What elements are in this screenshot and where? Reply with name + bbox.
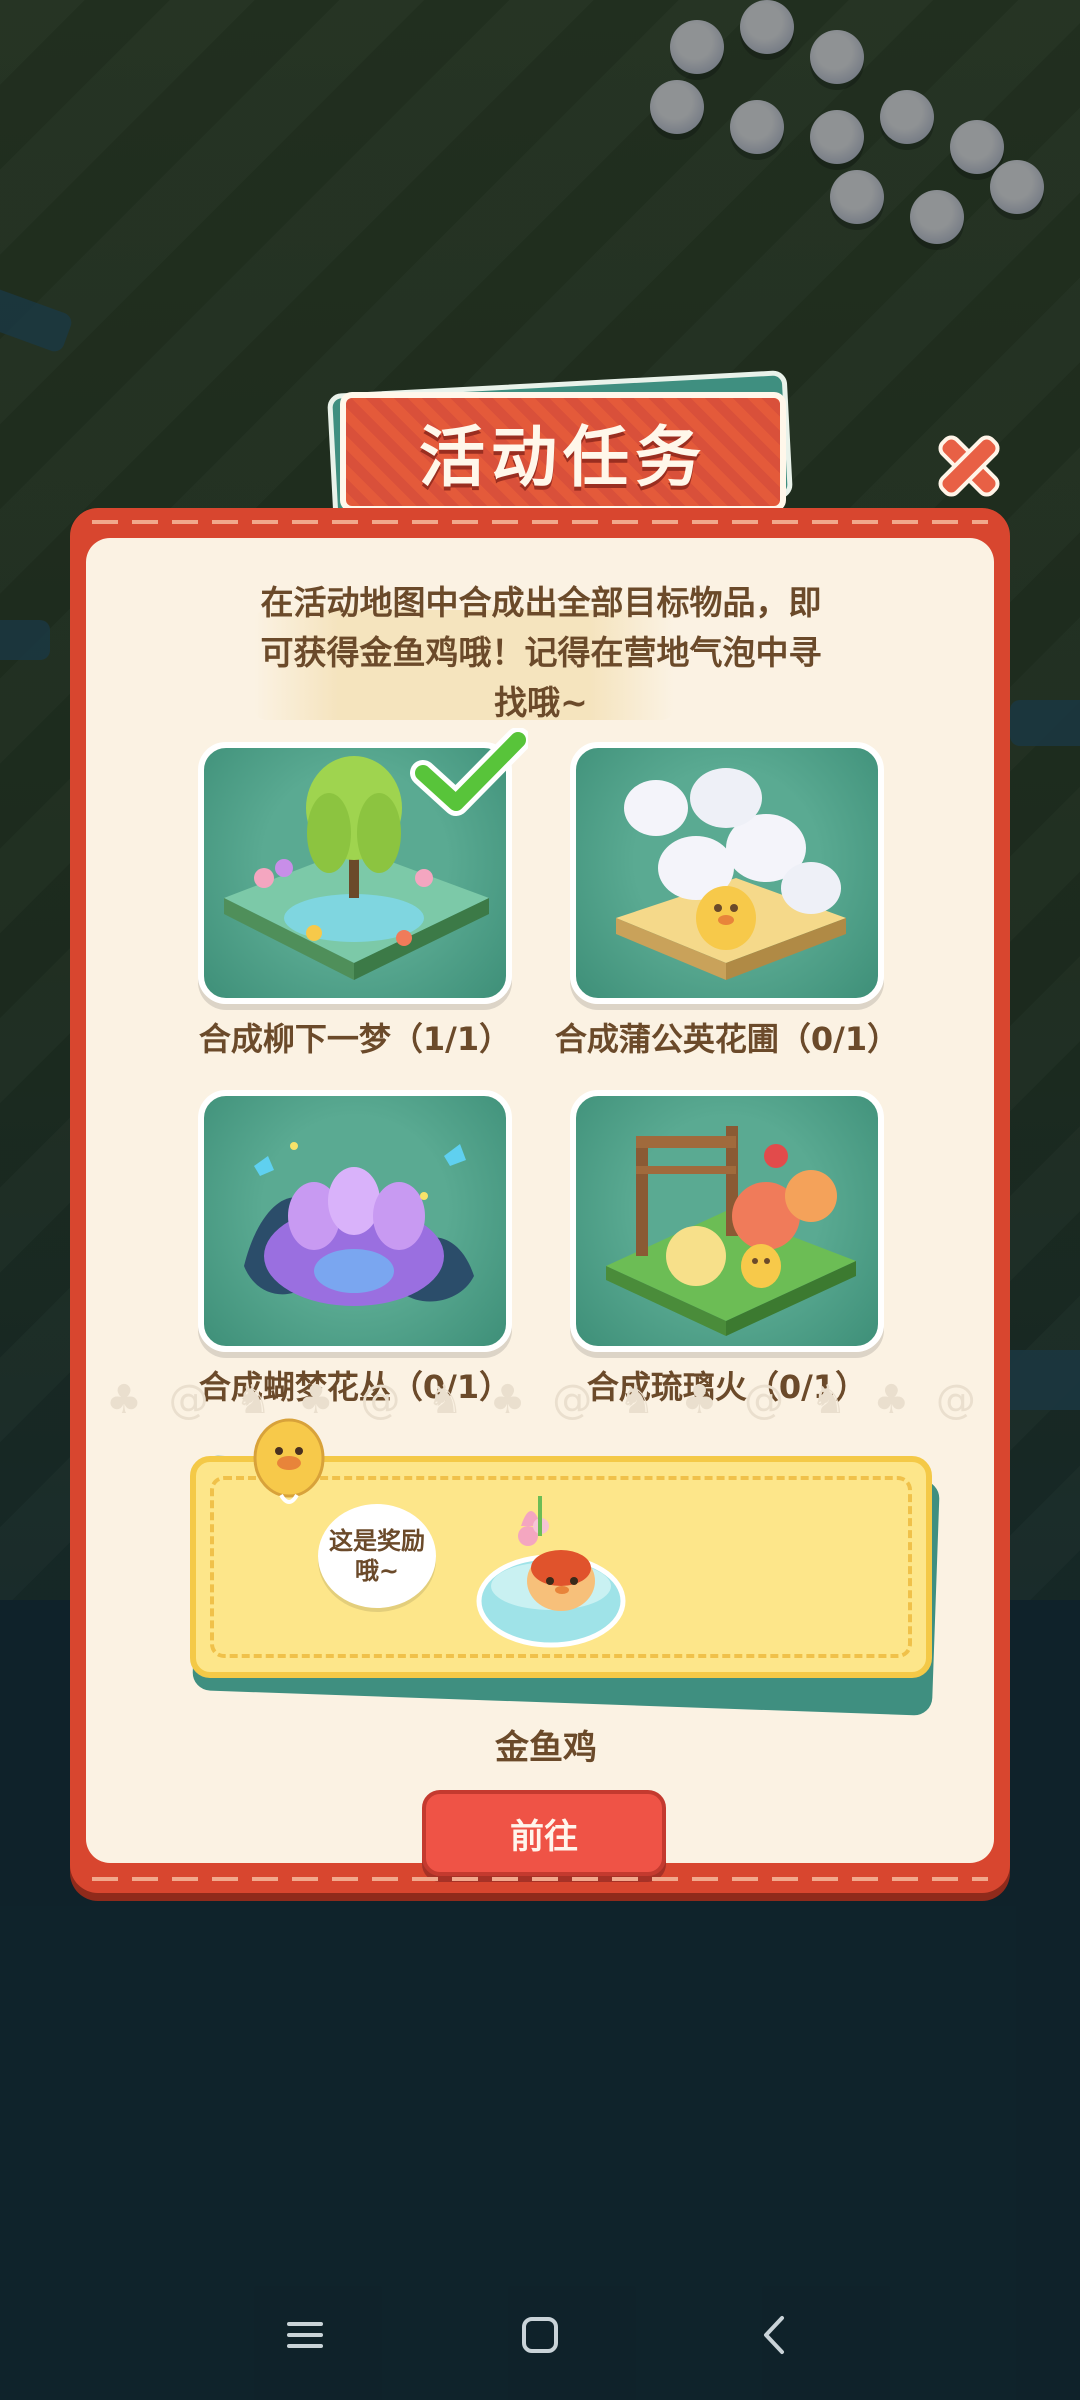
butterfly-flower-icon [244, 1142, 474, 1306]
task-item[interactable]: 合成蒲公英花圃（0/1） [555, 742, 899, 1058]
checkmark-icon [410, 728, 528, 816]
club-icon: ♣ [489, 1377, 526, 1423]
club-icon: ♣ [106, 1377, 142, 1423]
cat-icon: ♞ [810, 1377, 847, 1423]
page-title: 活动任务 [340, 392, 786, 512]
club-icon: ♣ [873, 1377, 910, 1423]
swirl-icon: @ [168, 1377, 209, 1423]
decorative-divider: ♣ @ ♞ ♣ @ ♞ ♣ @ ♞ ♣ @ ♞ ♣ @ [106, 1377, 976, 1423]
task-label: 合成蒲公英花圃（0/1） [554, 1020, 900, 1058]
task-card[interactable] [570, 742, 884, 1004]
task-item[interactable]: 合成柳下一梦（1/1） [198, 728, 528, 1058]
swirl-icon: @ [744, 1377, 785, 1423]
reward-speech-bubble: 这是奖励哦~ [318, 1504, 436, 1608]
swirl-icon: @ [552, 1377, 593, 1423]
chick-mascot-icon [253, 1418, 325, 1504]
home-square-icon[interactable] [505, 2300, 575, 2370]
go-button[interactable]: 前往 [422, 1790, 666, 1876]
task-panel: 在活动地图中合成出全部目标物品，即可获得金鱼鸡哦！记得在营地气泡中寻找哦~ 合成… [70, 508, 1010, 1893]
title-banner: 活动任务 [320, 370, 794, 522]
task-item[interactable]: 合成琉璃火（0/1） [570, 1090, 884, 1406]
cat-icon: ♞ [618, 1377, 655, 1423]
task-description: 在活动地图中合成出全部目标物品，即可获得金鱼鸡哦！记得在营地气泡中寻找哦~ [260, 583, 822, 722]
task-label: 合成柳下一梦（1/1） [198, 1020, 512, 1058]
task-item[interactable]: 合成蝴梦花丛（0/1） [198, 1090, 512, 1406]
system-nav-bar [0, 2270, 1080, 2400]
dandelion-garden-icon [616, 768, 846, 980]
goldfish-chicken-icon [476, 1496, 626, 1648]
task-panel-body: 在活动地图中合成出全部目标物品，即可获得金鱼鸡哦！记得在营地气泡中寻找哦~ 合成… [86, 538, 994, 1876]
reward-name: 金鱼鸡 [495, 1728, 597, 1768]
cat-icon: ♞ [427, 1377, 463, 1423]
close-button[interactable] [926, 424, 1004, 501]
task-card[interactable] [198, 1090, 512, 1352]
menu-icon[interactable] [270, 2300, 340, 2370]
peony-arch-icon [606, 1126, 856, 1336]
back-chevron-icon[interactable] [740, 2300, 810, 2370]
swirl-icon: @ [935, 1377, 976, 1423]
club-icon: ♣ [681, 1377, 718, 1423]
swirl-icon: @ [360, 1377, 401, 1423]
task-card[interactable] [570, 1090, 884, 1352]
